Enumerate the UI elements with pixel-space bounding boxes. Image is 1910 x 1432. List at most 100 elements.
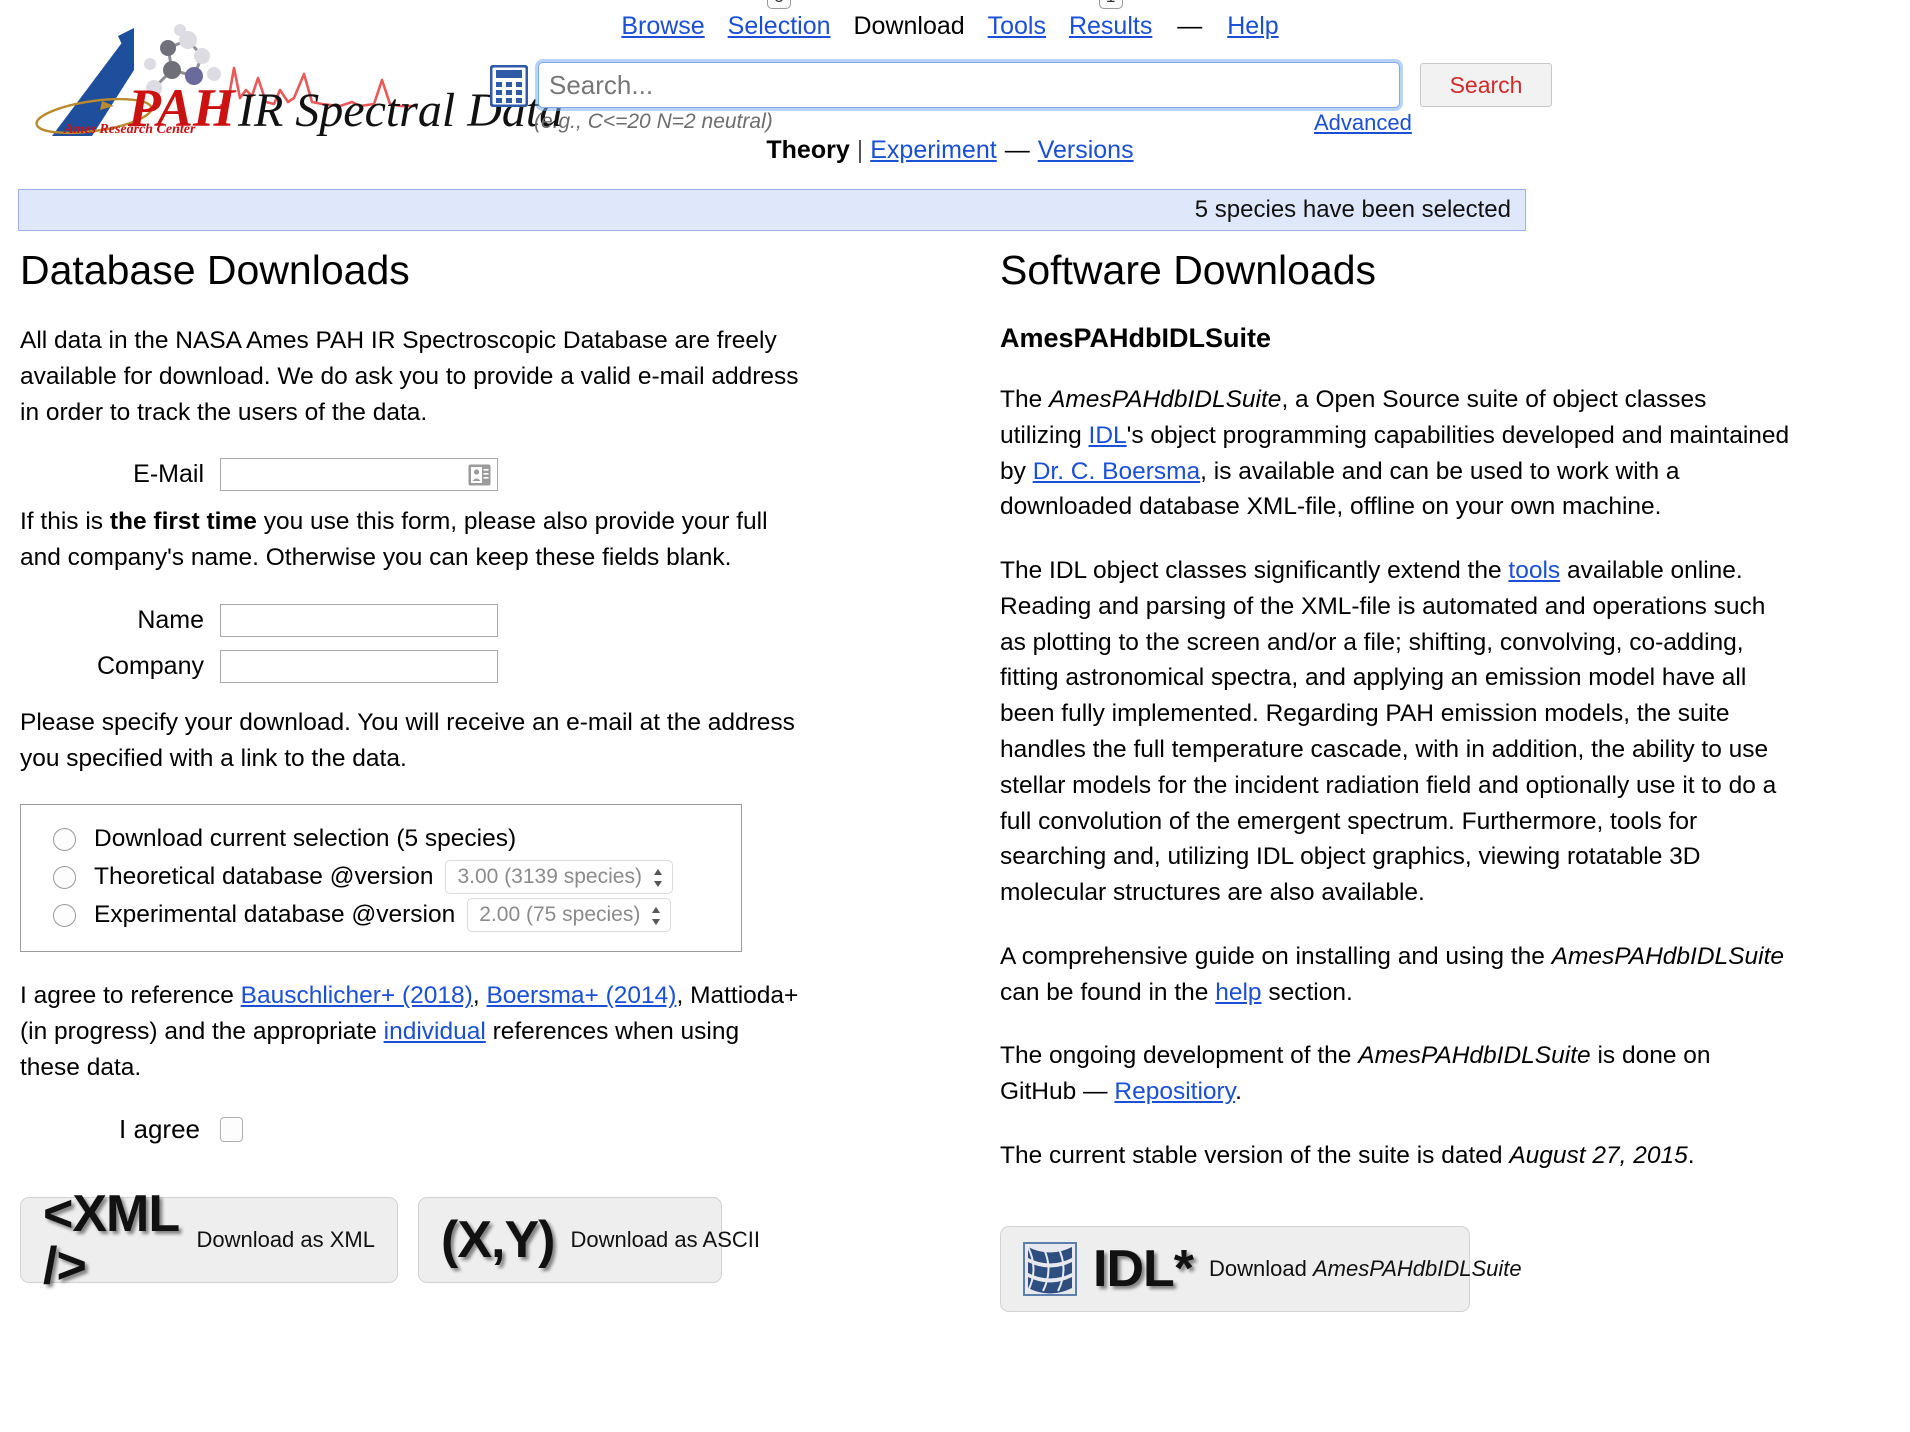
subnav-bar: | xyxy=(856,136,864,164)
search-input[interactable] xyxy=(539,63,1399,107)
nav-item-results[interactable]: 1 Results xyxy=(1069,0,1152,39)
repository-link[interactable]: Repositiory xyxy=(1114,1078,1235,1105)
agree-pre: I agree to reference xyxy=(20,982,241,1010)
suite-paragraph-2: The IDL object classes significantly ext… xyxy=(1000,553,1790,911)
tools-link[interactable]: tools xyxy=(1508,557,1560,584)
p5-a: The current stable version of the suite … xyxy=(1000,1141,1510,1169)
radio-current-selection[interactable] xyxy=(53,827,76,851)
suite-paragraph-1: The AmesPAHdbIDLSuite, a Open Source sui… xyxy=(1000,382,1790,525)
search-row: Search xyxy=(489,62,1590,112)
agree-checkbox[interactable] xyxy=(220,1116,243,1142)
subnav-versions[interactable]: Versions xyxy=(1038,136,1134,164)
ref-sep-1: , xyxy=(472,982,487,1010)
page-header: PAH IR Spectral Database Ames Research C… xyxy=(0,0,1910,231)
suite-paragraph-5: The current stable version of the suite … xyxy=(1000,1138,1790,1174)
stable-version-date: August 27, 2015 xyxy=(1509,1141,1688,1169)
reference-link-individual[interactable]: individual xyxy=(384,1018,486,1045)
company-field[interactable] xyxy=(221,650,497,682)
database-download-buttons: <XML /> Download as XML (X,Y) Download a… xyxy=(20,1188,800,1292)
download-xml-button[interactable]: <XML /> Download as XML xyxy=(20,1188,398,1292)
p3-b: can be found in the xyxy=(1000,978,1216,1006)
nav-item-browse[interactable]: Browse xyxy=(621,14,704,39)
p2-b: available online. Reading and parsing of… xyxy=(1000,557,1777,907)
nav-label-tools: Tools xyxy=(987,12,1046,40)
download-option-theoretical[interactable]: Theoretical database @version 3.00 (3139… xyxy=(37,859,723,895)
author-link-boersma[interactable]: Dr. C. Boersma xyxy=(1033,458,1200,485)
database-downloads-column: Database Downloads All data in the NASA … xyxy=(20,247,800,1292)
database-downloads-heading: Database Downloads xyxy=(20,247,410,293)
idl-logo-icon xyxy=(1023,1241,1077,1296)
name-field[interactable] xyxy=(221,604,497,636)
subnav-experiment[interactable]: Experiment xyxy=(870,136,996,164)
reference-agreement-text: I agree to reference Bauschlicher+ (2018… xyxy=(20,978,800,1085)
experimental-version-select[interactable]: 2.00 (75 species) xyxy=(467,898,672,933)
email-label: E-Mail xyxy=(133,460,204,489)
search-input-wrapper[interactable] xyxy=(538,62,1400,108)
theoretical-version-value: 3.00 (3139 species) xyxy=(457,865,642,889)
name-label: Name xyxy=(137,605,204,634)
nav-separator: — xyxy=(1177,12,1203,40)
company-label: Company xyxy=(97,651,204,680)
software-downloads-heading: Software Downloads xyxy=(1000,247,1377,293)
first-time-pre: If this is xyxy=(20,508,110,536)
email-field[interactable] xyxy=(221,459,497,491)
idl-label-suite: AmesPAHdbIDLSuite xyxy=(1312,1255,1522,1281)
sub-nav: Theory | Experiment — Versions xyxy=(600,136,1300,165)
nav-item-help[interactable]: Help xyxy=(1227,14,1278,39)
nav-label-help: Help xyxy=(1227,12,1279,40)
company-field-wrapper[interactable] xyxy=(220,649,498,683)
p3-suite-name: AmesPAHdbIDLSuite xyxy=(1551,942,1785,970)
p3-a: A comprehensive guide on installing and … xyxy=(1000,942,1552,970)
download-option-experimental[interactable]: Experimental database @version 2.00 (75 … xyxy=(37,897,723,933)
nav-label-selection: Selection xyxy=(727,12,831,40)
idl-label-pre: Download xyxy=(1209,1255,1313,1281)
subnav-dash: — xyxy=(1004,136,1030,164)
nav-label-browse: Browse xyxy=(621,12,705,40)
xml-glyph-icon: <XML /> xyxy=(43,1184,179,1295)
company-row: Company xyxy=(20,649,800,683)
first-time-bold: the first time xyxy=(109,508,257,536)
nav-label-download: Download xyxy=(853,12,965,40)
download-idl-suite-button[interactable]: IDL* Download AmesPAHdbIDLSuite xyxy=(1000,1225,1522,1312)
download-ascii-button[interactable]: (X,Y) Download as ASCII xyxy=(418,1196,760,1283)
reference-link-boersma[interactable]: Boersma+ (2014) xyxy=(486,982,676,1009)
chevron-updown-icon xyxy=(652,867,664,889)
experimental-version-value: 2.00 (75 species) xyxy=(479,903,641,927)
search-button[interactable]: Search xyxy=(1420,63,1552,107)
name-row: Name xyxy=(20,603,800,637)
advanced-search-link[interactable]: Advanced xyxy=(1314,110,1412,136)
help-link[interactable]: help xyxy=(1215,979,1261,1006)
contact-card-icon[interactable] xyxy=(468,464,491,486)
download-ascii-label: Download as ASCII xyxy=(570,1226,760,1252)
keypad-icon[interactable] xyxy=(489,64,529,108)
nav-item-tools[interactable]: Tools xyxy=(988,14,1046,39)
theoretical-version-select[interactable]: 3.00 (3139 species) xyxy=(445,860,673,895)
search-hint: (e.g., C<=20 N=2 neutral) xyxy=(534,110,773,133)
agree-row: I agree xyxy=(20,1114,800,1145)
p4-c: . xyxy=(1235,1078,1242,1106)
radio-label-theoretical: Theoretical database @version xyxy=(94,863,434,891)
nav-item-download[interactable]: Download xyxy=(853,14,964,39)
p5-b: . xyxy=(1687,1141,1695,1169)
chevron-updown-icon xyxy=(650,905,662,927)
radio-label-current-selection: Download current selection (5 species) xyxy=(94,825,517,853)
p1-suite-name: AmesPAHdbIDLSuite xyxy=(1049,386,1282,414)
subnav-theory[interactable]: Theory xyxy=(766,136,849,164)
radio-label-experimental: Experimental database @version xyxy=(94,901,456,929)
selection-alert-text: 5 species have been selected xyxy=(1194,196,1511,223)
name-field-wrapper[interactable] xyxy=(220,603,498,637)
nav-item-selection[interactable]: 5 Selection xyxy=(727,0,831,40)
email-field-wrapper[interactable] xyxy=(220,458,498,492)
selection-count-badge: 5 xyxy=(767,0,792,9)
suite-subheading: AmesPAHdbIDLSuite xyxy=(1000,323,1272,354)
radio-theoretical[interactable] xyxy=(53,865,76,889)
database-intro-text: All data in the NASA Ames PAH IR Spectro… xyxy=(20,327,799,426)
site-logo[interactable]: PAH IR Spectral Database Ames Research C… xyxy=(22,18,562,138)
p4-a: The ongoing development of the xyxy=(1000,1042,1359,1070)
download-option-current-selection[interactable]: Download current selection (5 species) xyxy=(37,821,723,857)
radio-experimental[interactable] xyxy=(53,903,76,927)
idl-link[interactable]: IDL xyxy=(1089,422,1127,449)
specify-download-text: Please specify your download. You will r… xyxy=(20,708,795,772)
reference-link-bauschlicher[interactable]: Bauschlicher+ (2018) xyxy=(241,982,473,1009)
suite-paragraph-3: A comprehensive guide on installing and … xyxy=(1000,939,1790,1011)
